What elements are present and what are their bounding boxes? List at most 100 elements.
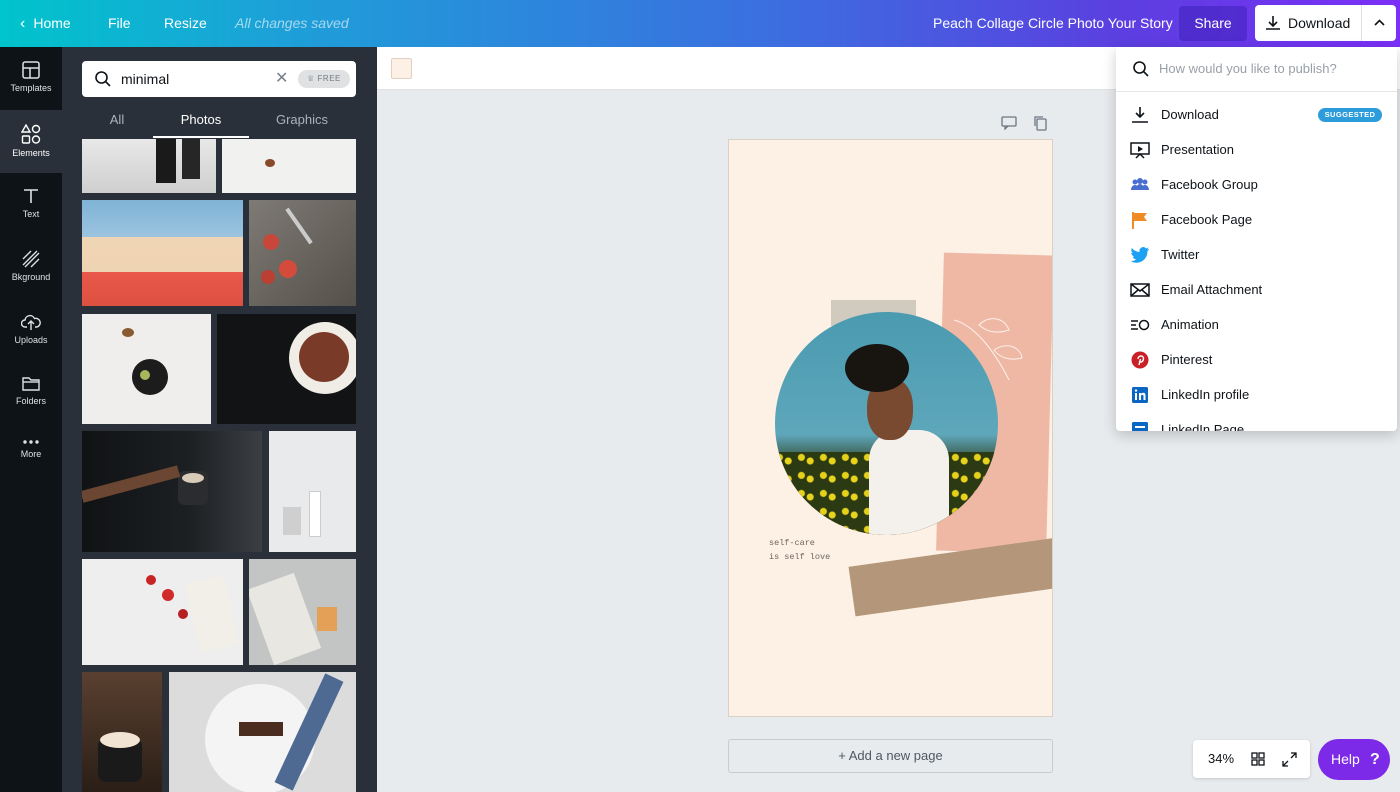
nav-label: Text: [22, 209, 40, 219]
design-page[interactable]: self-care is self love: [728, 139, 1053, 717]
background-color-swatch[interactable]: [391, 58, 412, 79]
photo-thumbnail[interactable]: [82, 672, 162, 792]
resize-menu[interactable]: Resize: [164, 0, 207, 47]
chevron-up-icon[interactable]: [1374, 18, 1385, 28]
photo-thumbnail[interactable]: [169, 672, 356, 792]
photo-thumbnail[interactable]: [269, 431, 356, 552]
publish-option-label: Facebook Page: [1161, 212, 1253, 227]
publish-twitter[interactable]: Twitter: [1116, 237, 1397, 272]
linkedin-page-icon: [1132, 422, 1148, 431]
publish-search-placeholder: How would you like to publish?: [1159, 61, 1337, 76]
divider: [1361, 5, 1362, 41]
chevron-left-icon: ‹: [20, 15, 26, 32]
caption-text[interactable]: self-care is self love: [769, 536, 830, 564]
photo-thumbnail[interactable]: [249, 200, 356, 306]
publish-linkedin-page[interactable]: LinkedIn Page: [1116, 412, 1397, 431]
publish-option-label: Presentation: [1161, 142, 1234, 157]
top-bar: ‹ Home File Resize All changes saved Peac…: [0, 0, 1400, 47]
background-icon: [22, 250, 40, 268]
publish-option-label: Email Attachment: [1161, 282, 1263, 297]
download-button[interactable]: Download: [1255, 5, 1396, 41]
publish-presentation[interactable]: Presentation: [1116, 132, 1397, 167]
comment-icon[interactable]: [1001, 116, 1017, 130]
free-badge-label: FREE: [317, 74, 341, 83]
nav-label: Uploads: [14, 335, 48, 345]
photo-thumbnail[interactable]: [82, 139, 216, 193]
tab-graphics[interactable]: Graphics: [256, 105, 348, 138]
search-icon: [95, 71, 111, 87]
download-label: Download: [1288, 15, 1351, 31]
photo-thumbnail[interactable]: [249, 559, 356, 665]
photo-thumbnail[interactable]: [82, 559, 243, 665]
publish-option-label: Download: [1161, 107, 1219, 122]
publish-email[interactable]: Email Attachment: [1116, 272, 1397, 307]
publish-download[interactable]: Download SUGGESTED: [1116, 97, 1397, 132]
elements-icon: [21, 124, 41, 144]
home-label: Home: [33, 15, 71, 31]
fullscreen-icon[interactable]: [1282, 752, 1297, 767]
facebook-page-icon: [1132, 212, 1147, 229]
search-icon: [1133, 61, 1149, 77]
photo-thumbnail[interactable]: [82, 314, 211, 424]
download-icon: [1132, 107, 1148, 123]
twitter-icon: [1130, 247, 1149, 263]
uploads-icon: [21, 314, 41, 330]
suggested-badge: SUGGESTED: [1318, 108, 1382, 122]
publish-search-input[interactable]: How would you like to publish?: [1116, 47, 1397, 92]
side-nav: Templates Elements Text Bkground Uploads…: [0, 47, 62, 792]
file-menu[interactable]: File: [108, 0, 131, 47]
photo-thumbnail[interactable]: [82, 431, 262, 552]
duplicate-page-icon[interactable]: [1033, 115, 1048, 131]
help-button[interactable]: Help ?: [1318, 739, 1390, 780]
nav-folders[interactable]: Folders: [0, 362, 62, 425]
caption-line-2: is self love: [769, 552, 831, 562]
publish-facebook-page[interactable]: Facebook Page: [1116, 202, 1397, 237]
publish-option-label: LinkedIn Page: [1161, 422, 1245, 431]
nav-uploads[interactable]: Uploads: [0, 299, 62, 362]
templates-icon: [22, 61, 40, 79]
download-icon: [1266, 16, 1280, 30]
nav-more[interactable]: More: [0, 425, 62, 488]
grid-view-icon[interactable]: [1251, 752, 1265, 766]
photo-thumbnail[interactable]: [222, 139, 356, 193]
panel-tabs: All Photos Graphics: [82, 105, 356, 138]
nav-templates[interactable]: Templates: [0, 47, 62, 110]
design-title[interactable]: Peach Collage Circle Photo Your Story: [933, 0, 1173, 47]
publish-dropdown: How would you like to publish? Download …: [1116, 47, 1397, 431]
publish-option-label: LinkedIn profile: [1161, 387, 1250, 402]
nav-label: More: [20, 449, 42, 459]
folders-icon: [22, 377, 40, 391]
help-label: Help: [1331, 751, 1360, 767]
search-input[interactable]: minimal ✕ ♕ FREE: [82, 61, 356, 97]
text-icon: [24, 189, 38, 203]
publish-facebook-group[interactable]: Facebook Group: [1116, 167, 1397, 202]
publish-pinterest[interactable]: Pinterest: [1116, 342, 1397, 377]
tab-photos[interactable]: Photos: [153, 105, 249, 138]
nav-elements[interactable]: Elements: [0, 110, 62, 173]
tab-all[interactable]: All: [82, 105, 152, 138]
publish-linkedin-profile[interactable]: LinkedIn profile: [1116, 377, 1397, 412]
presentation-icon: [1130, 142, 1150, 159]
nav-label: Bkground: [11, 272, 51, 282]
publish-option-label: Twitter: [1161, 247, 1200, 262]
nav-label: Elements: [12, 148, 50, 158]
nav-background[interactable]: Bkground: [0, 236, 62, 299]
save-status: All changes saved: [235, 15, 349, 31]
publish-option-label: Pinterest: [1161, 352, 1213, 367]
clear-search-icon[interactable]: ✕: [275, 61, 288, 97]
crown-icon: ♕: [307, 74, 318, 83]
question-icon: ?: [1370, 751, 1380, 768]
publish-animation[interactable]: Animation: [1116, 307, 1397, 342]
free-filter-badge[interactable]: ♕ FREE: [298, 70, 350, 88]
publish-option-label: Facebook Group: [1161, 177, 1258, 192]
nav-text[interactable]: Text: [0, 173, 62, 236]
add-page-button[interactable]: + Add a new page: [728, 739, 1053, 773]
facebook-group-icon: [1131, 178, 1149, 190]
photo-thumbnail[interactable]: [82, 200, 243, 306]
zoom-level[interactable]: 34%: [1208, 740, 1234, 778]
pinterest-icon: [1131, 351, 1149, 369]
share-button[interactable]: Share: [1179, 6, 1247, 41]
photo-thumbnail[interactable]: [217, 314, 356, 424]
home-button[interactable]: ‹ Home: [20, 0, 71, 47]
circle-photo[interactable]: [775, 312, 998, 535]
